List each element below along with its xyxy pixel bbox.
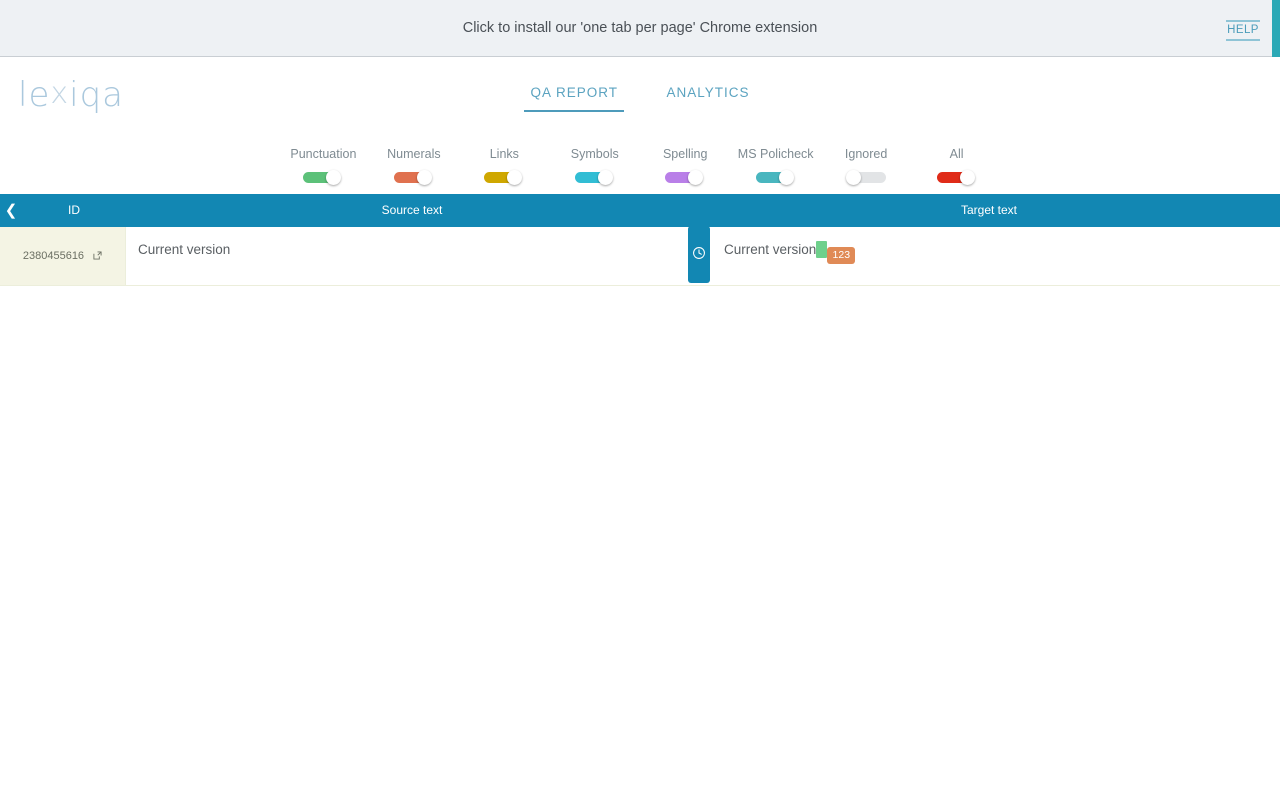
toggle-knob <box>688 170 703 185</box>
open-external-icon[interactable] <box>93 228 102 237</box>
right-edge-accent-strip <box>1272 0 1280 60</box>
filter-all-label: All <box>914 145 1000 163</box>
filter-ms-policheck: MS Policheck <box>733 145 819 189</box>
toggle-knob <box>326 170 341 185</box>
help-divider-bottom <box>1226 39 1260 41</box>
toggle-knob <box>960 170 975 185</box>
row-target-text-value: Current version <box>724 242 816 257</box>
row-id-value: 2380455616 <box>23 250 84 262</box>
whitespace-error-marker[interactable] <box>816 241 827 258</box>
toggle-knob <box>417 170 432 185</box>
filter-symbols-label: Symbols <box>552 145 638 163</box>
filter-punctuation-label: Punctuation <box>280 145 366 163</box>
toggle-knob <box>507 170 522 185</box>
tab-analytics-label: ANALYTICS <box>666 85 749 100</box>
tab-qa-report[interactable]: QA REPORT <box>524 83 624 112</box>
filter-punctuation-toggle[interactable] <box>303 170 343 184</box>
filter-spelling-label: Spelling <box>642 145 728 163</box>
filter-punctuation: Punctuation <box>280 145 366 189</box>
filter-all: All <box>914 145 1000 189</box>
promo-banner[interactable]: Click to install our 'one tab per page' … <box>0 0 1280 57</box>
tab-qa-report-label: QA REPORT <box>530 85 618 100</box>
filter-numerals-label: Numerals <box>371 145 457 163</box>
promo-banner-text[interactable]: Click to install our 'one tab per page' … <box>0 0 1280 57</box>
filter-links-toggle[interactable] <box>484 170 524 184</box>
qa-table-body: 2380455616 Current version Current versi… <box>0 227 1280 286</box>
toggle-knob <box>779 170 794 185</box>
filter-numerals: Numerals <box>371 145 457 189</box>
help-button[interactable]: HELP <box>1226 20 1260 41</box>
filter-links: Links <box>461 145 547 189</box>
column-header-source-text[interactable]: Source text <box>126 194 698 227</box>
clock-icon <box>692 246 706 260</box>
app-header: lexiqa QA REPORT ANALYTICS Punctuation N… <box>0 57 1280 194</box>
main-tab-bar: QA REPORT ANALYTICS <box>0 83 1280 112</box>
filter-spelling: Spelling <box>642 145 728 189</box>
toggle-knob <box>598 170 613 185</box>
filter-all-toggle[interactable] <box>937 170 977 184</box>
filter-symbols: Symbols <box>552 145 638 189</box>
back-chevron-icon[interactable]: ❮ <box>0 194 22 227</box>
filter-ignored: Ignored <box>823 145 909 189</box>
tab-analytics[interactable]: ANALYTICS <box>660 83 755 110</box>
table-row[interactable]: 2380455616 Current version Current versi… <box>0 227 1280 286</box>
filter-toggle-bar: Punctuation Numerals Links Symbols <box>0 145 1280 189</box>
column-header-target-text[interactable]: Target text <box>698 194 1280 227</box>
filter-spelling-toggle[interactable] <box>665 170 705 184</box>
row-source-text: Current version <box>126 227 688 285</box>
numeral-error-badge[interactable]: 123 <box>827 247 855 264</box>
filter-numerals-toggle[interactable] <box>394 170 434 184</box>
filter-ignored-label: Ignored <box>823 145 909 163</box>
column-header-id[interactable]: ID <box>22 194 126 227</box>
help-label: HELP <box>1226 22 1260 39</box>
filter-symbols-toggle[interactable] <box>575 170 615 184</box>
filter-ignored-toggle[interactable] <box>846 170 886 184</box>
row-id-cell: 2380455616 <box>0 227 126 285</box>
row-target-text: Current version 123 <box>712 227 1272 285</box>
filter-ms-policheck-toggle[interactable] <box>756 170 796 184</box>
filter-links-label: Links <box>461 145 547 163</box>
filter-ms-policheck-label: MS Policheck <box>733 145 819 163</box>
segment-history-button[interactable] <box>688 226 710 283</box>
qa-table-header: ❮ ID Source text Target text <box>0 194 1280 227</box>
